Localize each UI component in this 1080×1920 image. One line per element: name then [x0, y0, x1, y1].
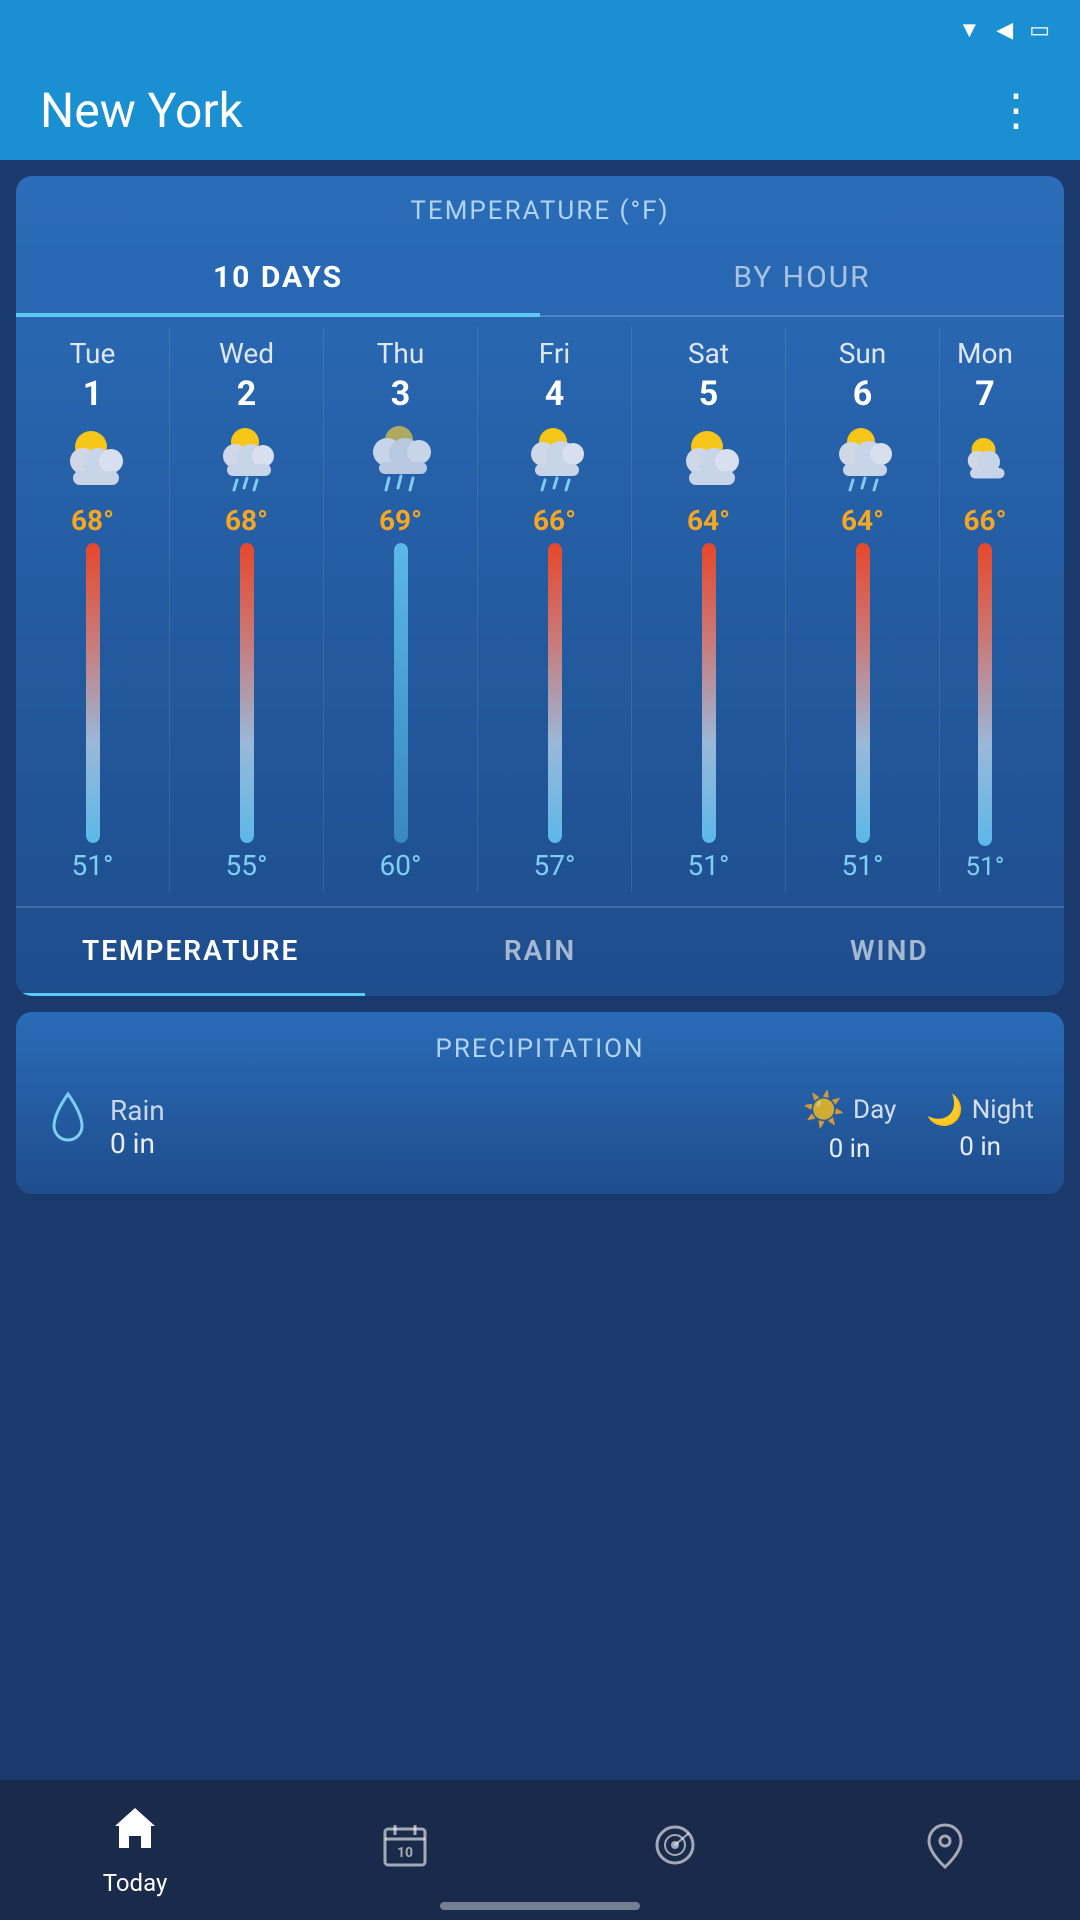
wifi-icon: ▼: [959, 17, 981, 43]
view-tabs: 10 DAYS BY HOUR: [16, 236, 1064, 317]
night-moon-icon: 🌙: [926, 1093, 963, 1128]
high-mon: 66°: [963, 504, 1006, 537]
day-col-fri[interactable]: Fri 4 66° 57°: [478, 327, 632, 892]
home-indicator: [440, 1902, 640, 1910]
weather-icon-fri: [510, 424, 600, 494]
app-header: New York ⋮: [0, 60, 1080, 160]
temp-bar-tue: 68° 51°: [16, 504, 169, 882]
day-col-tue[interactable]: Tue 1 68° 51°: [16, 327, 170, 892]
temp-bar-sun: 64° 51°: [786, 504, 939, 882]
temp-bar-mon: 66° 51°: [940, 504, 1030, 882]
high-fri: 66°: [533, 504, 576, 537]
high-thu: 69°: [379, 504, 422, 537]
day-num-sun: 6: [853, 374, 873, 414]
metric-tab-rain[interactable]: RAIN: [365, 908, 714, 996]
location-icon: [921, 1821, 969, 1880]
day-name-wed: Wed: [219, 337, 274, 370]
nav-calendar[interactable]: 10: [270, 1821, 540, 1880]
weather-icon-wed: [202, 424, 292, 494]
temp-bar-wed: 68° 55°: [170, 504, 323, 882]
temp-bar-thu: 69° 60°: [324, 504, 477, 882]
svg-text:10: 10: [397, 1845, 413, 1861]
nav-location[interactable]: [810, 1821, 1080, 1880]
day-name-tue: Tue: [70, 337, 116, 370]
precip-section-label: PRECIPITATION: [16, 1012, 1064, 1080]
day-precip-item: ☀️ Day 0 in: [803, 1090, 897, 1164]
low-tue: 51°: [72, 849, 114, 882]
day-num-wed: 2: [237, 374, 257, 414]
weather-icon-thu: [356, 424, 446, 494]
day-num-thu: 3: [391, 374, 411, 414]
nav-today[interactable]: Today: [0, 1804, 270, 1897]
signal-icon: ◀: [996, 18, 1013, 43]
low-fri: 57°: [534, 849, 576, 882]
rain-value: 0 in: [110, 1127, 783, 1160]
low-wed: 55°: [226, 849, 268, 882]
high-sun: 64°: [841, 504, 884, 537]
rain-drop-icon: [46, 1090, 90, 1164]
status-bar: ▼ ◀ ▭: [0, 0, 1080, 60]
day-col-sat[interactable]: Sat 5 64° 51°: [632, 327, 786, 892]
night-precip-item: 🌙 Night 0 in: [926, 1093, 1034, 1162]
city-title: New York: [40, 82, 243, 139]
temperature-card: TEMPERATURE (°F) 10 DAYS BY HOUR Tue 1: [16, 176, 1064, 996]
high-sat: 64°: [687, 504, 730, 537]
low-sun: 51°: [842, 849, 884, 882]
radar-icon: [651, 1821, 699, 1880]
weather-icon-sat: [664, 424, 754, 494]
night-precip-val: 0 in: [959, 1132, 1001, 1162]
day-col-mon[interactable]: Mon 7 66° 51°: [940, 327, 1030, 892]
bottom-nav: Today 10: [0, 1780, 1080, 1920]
day-name-fri: Fri: [539, 337, 570, 370]
precipitation-card: PRECIPITATION Rain 0 in ☀️ Day 0 in: [16, 1012, 1064, 1194]
low-thu: 60°: [380, 849, 422, 882]
rain-label: Rain: [110, 1094, 783, 1127]
high-wed: 68°: [225, 504, 268, 537]
day-sun-icon: ☀️: [803, 1090, 845, 1130]
day-name-mon: Mon: [957, 337, 1013, 370]
night-label: Night: [972, 1095, 1034, 1125]
day-num-fri: 4: [545, 374, 565, 414]
nav-radar[interactable]: [540, 1821, 810, 1880]
temp-bar-sat: 64° 51°: [632, 504, 785, 882]
high-tue: 68°: [71, 504, 114, 537]
weather-icon-tue: [48, 424, 138, 494]
day-num-sat: 5: [699, 374, 719, 414]
days-container: Tue 1 68° 51° Wed: [16, 317, 1064, 902]
metric-tab-temperature[interactable]: TEMPERATURE: [16, 908, 365, 996]
battery-icon: ▭: [1029, 18, 1050, 43]
home-icon: [111, 1804, 159, 1863]
temp-section-label: TEMPERATURE (°F): [16, 176, 1064, 236]
tab-by-hour[interactable]: BY HOUR: [540, 236, 1064, 315]
temp-bar-fri: 66° 57°: [478, 504, 631, 882]
day-num-mon: 7: [975, 374, 995, 414]
calendar-icon: 10: [381, 1821, 429, 1880]
low-mon: 51°: [966, 852, 1005, 882]
day-name-sun: Sun: [839, 337, 887, 370]
today-label: Today: [103, 1869, 168, 1897]
weather-icon-sun: [818, 424, 908, 494]
rain-label-wrap: Rain 0 in: [110, 1094, 783, 1160]
day-precip-val: 0 in: [829, 1134, 871, 1164]
more-menu-button[interactable]: ⋮: [994, 84, 1040, 136]
day-name-sat: Sat: [688, 337, 729, 370]
day-col-sun[interactable]: Sun 6 64° 51°: [786, 327, 940, 892]
metric-tab-wind[interactable]: WIND: [715, 908, 1064, 996]
precip-rain-row: Rain 0 in ☀️ Day 0 in 🌙 Night 0 in: [16, 1080, 1064, 1174]
metric-tabs: TEMPERATURE RAIN WIND: [16, 906, 1064, 996]
day-name-thu: Thu: [377, 337, 425, 370]
day-label: Day: [853, 1095, 896, 1125]
low-sat: 51°: [688, 849, 730, 882]
day-col-wed[interactable]: Wed 2 68° 55°: [170, 327, 324, 892]
day-night-precip: ☀️ Day 0 in 🌙 Night 0 in: [803, 1090, 1034, 1164]
day-num-tue: 1: [83, 374, 103, 414]
weather-icon-mon: [940, 424, 1030, 494]
day-col-thu[interactable]: Thu 3 69° 60°: [324, 327, 478, 892]
tab-10days[interactable]: 10 DAYS: [16, 236, 540, 315]
